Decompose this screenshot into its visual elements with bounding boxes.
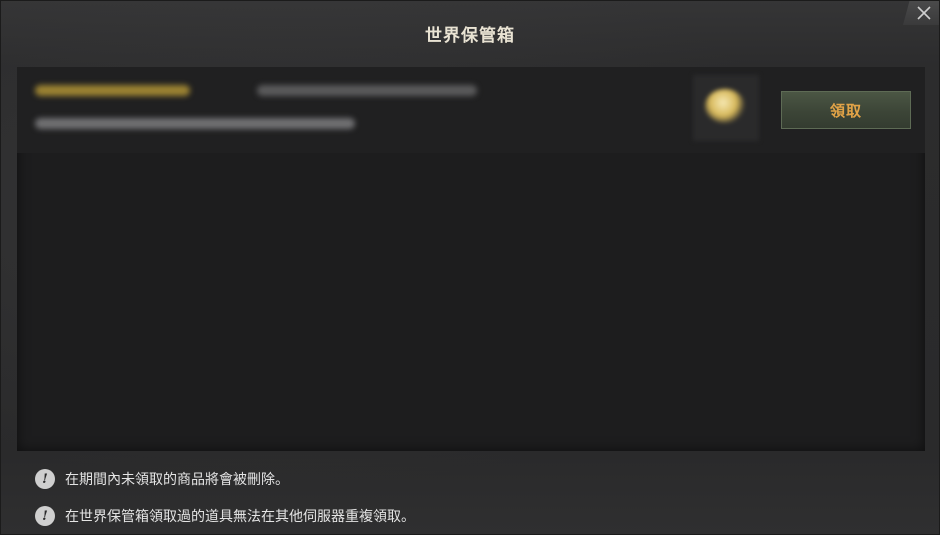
notice-text: 在期間內未領取的商品將會被刪除。 — [65, 472, 289, 488]
item-name-blurred — [35, 85, 190, 96]
info-icon: ! — [35, 506, 55, 526]
notice-area: ! 在期間內未領取的商品將會被刪除。 ! 在世界保管箱領取過的道具無法在其他伺服… — [1, 451, 939, 535]
info-icon: ! — [35, 469, 55, 489]
item-glow-icon — [705, 89, 745, 123]
dialog-title: 世界保管箱 — [425, 25, 515, 46]
item-description-blurred — [35, 118, 355, 129]
notice-item: ! 在期間內未領取的商品將會被刪除。 — [35, 469, 289, 489]
notice-text: 在世界保管箱領取過的道具無法在其他伺服器重複領取。 — [65, 509, 415, 525]
item-meta-blurred — [257, 85, 477, 96]
notice-item: ! 在世界保管箱領取過的道具無法在其他伺服器重複領取。 — [35, 506, 415, 526]
close-icon — [917, 6, 931, 20]
list-item: 領取 — [17, 67, 925, 153]
storage-item-list: 領取 — [17, 67, 925, 451]
dialog-header: 世界保管箱 — [1, 1, 939, 65]
world-storage-dialog: 世界保管箱 領取 ! 在期間內未領取的商品將會被刪除。 ! 在世界保管箱領取過的… — [0, 0, 940, 535]
item-icon — [693, 75, 759, 141]
claim-button[interactable]: 領取 — [781, 91, 911, 129]
